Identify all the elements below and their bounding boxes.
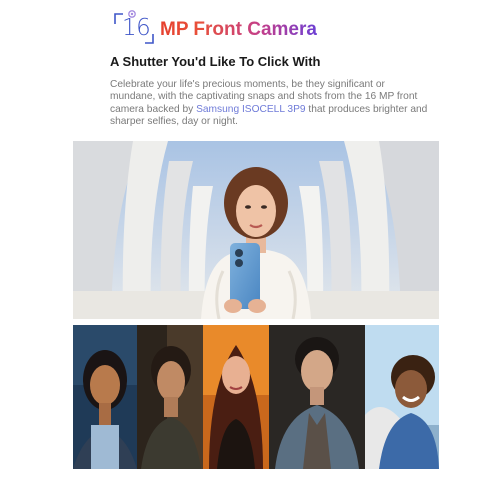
portrait-tile [365,325,439,469]
portrait-tile [203,325,269,469]
portrait-gallery [73,325,439,469]
badge-number: 16 [122,15,151,41]
camera-frame-icon: 16 [112,10,156,44]
feature-subheading: A Shutter You'd Like To Click With [110,54,321,69]
product-feature-section: 16 MP Front Camera A Shutter You'd Like … [0,0,480,480]
portrait-tile [137,325,203,469]
hero-selfie-image [73,141,439,319]
feature-header: 16 MP Front Camera [112,6,317,48]
sensor-highlight: Samsung ISOCELL 3P9 [196,103,306,115]
feature-title: MP Front Camera [160,19,317,40]
portrait-tile [73,325,137,469]
feature-description: Celebrate your life's precious moments, … [110,79,428,128]
portrait-tile [269,325,365,469]
